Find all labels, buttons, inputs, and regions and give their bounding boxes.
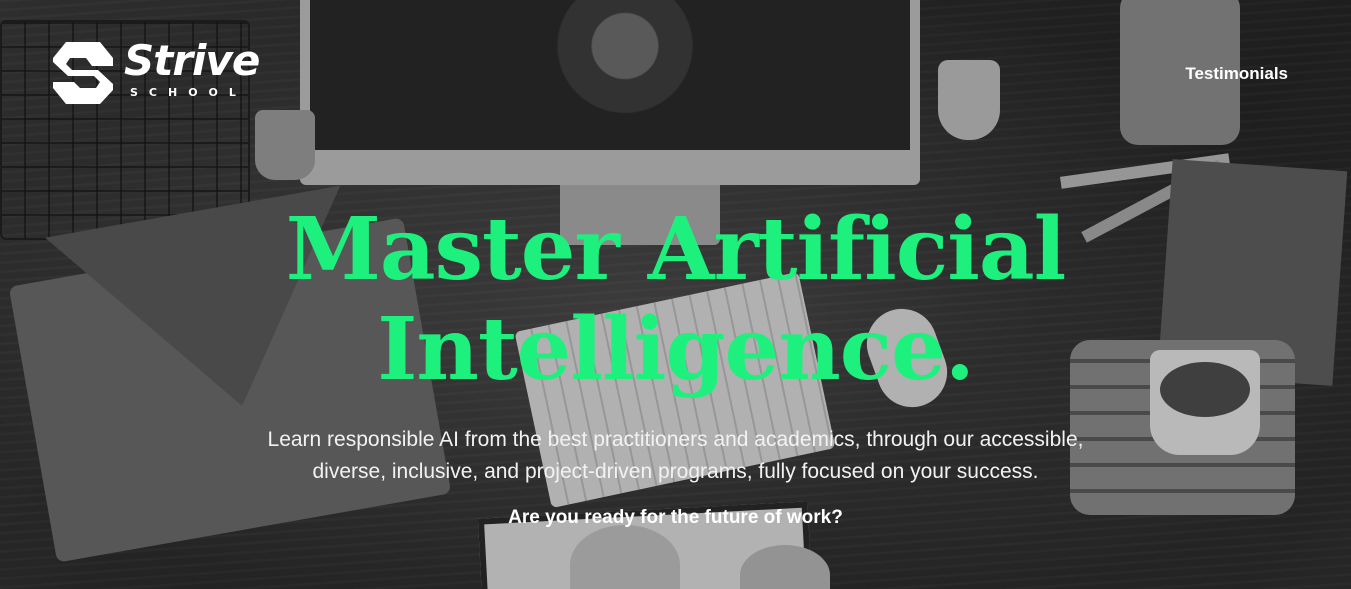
hero-description-line: diverse, inclusive, and project-driven p… (312, 460, 1039, 483)
nav-link-testimonials[interactable]: Testimonials (1185, 64, 1288, 84)
strive-logo-icon (52, 40, 114, 106)
brand-logo-link[interactable]: Strive SCHOOL (52, 36, 260, 106)
hero-headline-line: Intelligence. (377, 299, 975, 400)
hero-headline-line: Master Artificial (285, 199, 1067, 300)
hero-section: Strive SCHOOL Testimonials Master Artifi… (0, 0, 1351, 589)
hero-description-line: Learn responsible AI from the best pract… (267, 428, 1084, 451)
brand-name: Strive (124, 36, 260, 85)
hero-question: Are you ready for the future of work? (508, 507, 843, 528)
brand-wordmark: Strive SCHOOL (124, 36, 260, 100)
hero-description: Learn responsible AI from the best pract… (0, 424, 1351, 488)
hero-headline: Master Artificial Intelligence. (0, 200, 1351, 400)
brand-subtitle: SCHOOL (130, 86, 247, 99)
